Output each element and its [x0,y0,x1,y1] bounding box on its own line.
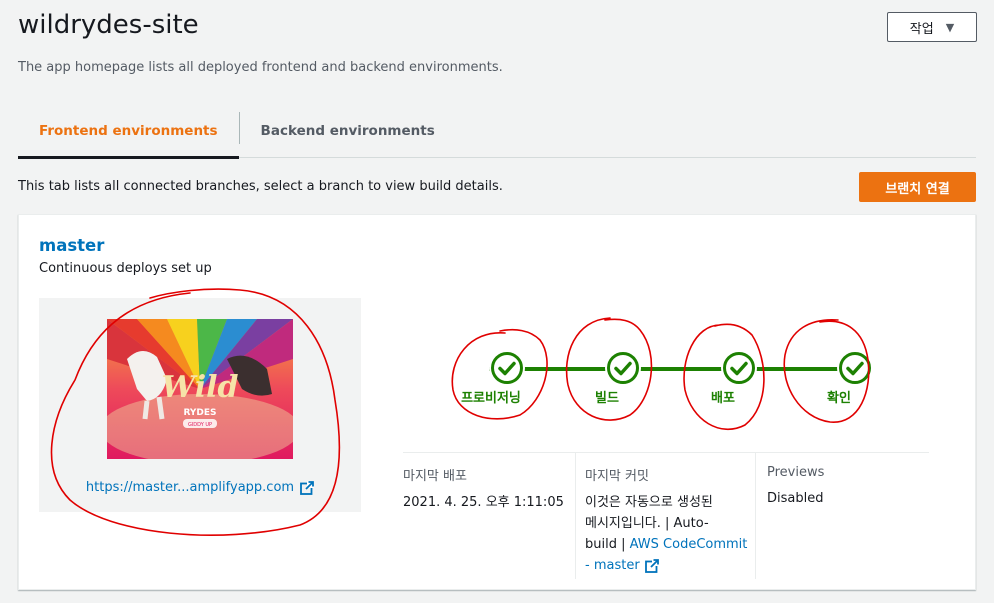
step-verify-check-icon [837,350,873,386]
commit-message-line1: 이것은 자동으로 생성된 [585,495,713,510]
external-link-icon [644,558,659,573]
step-label-provision: 프로비저닝 [461,391,521,406]
step-deploy-check-icon [721,350,757,386]
caret-down-icon: ▼ [945,20,955,34]
column-separator [575,453,576,579]
previews-value: Disabled [767,491,824,506]
branch-card: master Continuous deploys set up Wild RY… [18,214,976,590]
codecommit-link[interactable]: AWS CodeCommit [630,537,748,552]
step-build-check-icon [605,350,641,386]
codecommit-branch-text: - master [585,558,640,573]
last-commit-column: 마지막 커밋 이것은 자동으로 생성된 메시지입니다. | Auto- buil… [585,465,753,576]
commit-message-line2: 메시지입니다. | Auto- [585,516,709,531]
build-pipeline [489,350,873,390]
last-commit-value: 이것은 자동으로 생성된 메시지입니다. | Auto- build | AWS… [585,492,753,576]
environment-tabs: Frontend environments Backend environmen… [18,104,976,159]
pipeline-connector [489,367,861,371]
last-deploy-column: 마지막 배포 2021. 4. 25. 오후 1:11:05 [403,465,573,513]
previews-label: Previews [767,465,825,480]
thumbnail-title: Wild [162,370,239,405]
branch-subtitle: Continuous deploys set up [39,261,212,276]
connect-branch-button[interactable]: 브랜치 연결 [859,172,976,202]
step-provision-check-icon [489,350,525,386]
actions-dropdown-button[interactable]: 작업 ▼ [887,12,977,42]
page-title: wildrydes-site [18,10,199,40]
previews-column: Previews Disabled [767,465,927,509]
commit-message-line3: build | [585,537,626,552]
step-label-build: 빌드 [595,391,619,406]
step-label-verify: 확인 [827,391,851,406]
branch-name-link[interactable]: master [39,236,104,255]
last-deploy-value: 2021. 4. 25. 오후 1:11:05 [403,495,564,510]
thumbnail-subtitle: RYDES [183,408,216,418]
step-label-deploy: 배포 [711,391,735,406]
last-deploy-label: 마지막 배포 [403,469,467,484]
external-link-icon [300,480,315,495]
preview-panel: Wild RYDES GIDDY UP https://master...amp… [39,298,361,512]
details-divider [403,452,929,453]
tab-description: This tab lists all connected branches, s… [18,179,503,194]
preview-url-link[interactable]: https://master...amplifyapp.com [39,480,361,495]
page-subtitle: The app homepage lists all deployed fron… [18,60,503,75]
codecommit-branch-link[interactable]: - master [585,555,753,576]
preview-url-text: https://master...amplifyapp.com [85,480,295,495]
column-separator [755,453,756,579]
actions-label: 작업 [909,21,934,37]
thumbnail-button-text: GIDDY UP [188,422,212,428]
tab-backend-environments[interactable]: Backend environments [240,104,456,157]
tab-frontend-environments[interactable]: Frontend environments [18,104,239,159]
site-thumbnail[interactable]: Wild RYDES GIDDY UP [107,319,293,459]
last-commit-label: 마지막 커밋 [585,469,649,484]
